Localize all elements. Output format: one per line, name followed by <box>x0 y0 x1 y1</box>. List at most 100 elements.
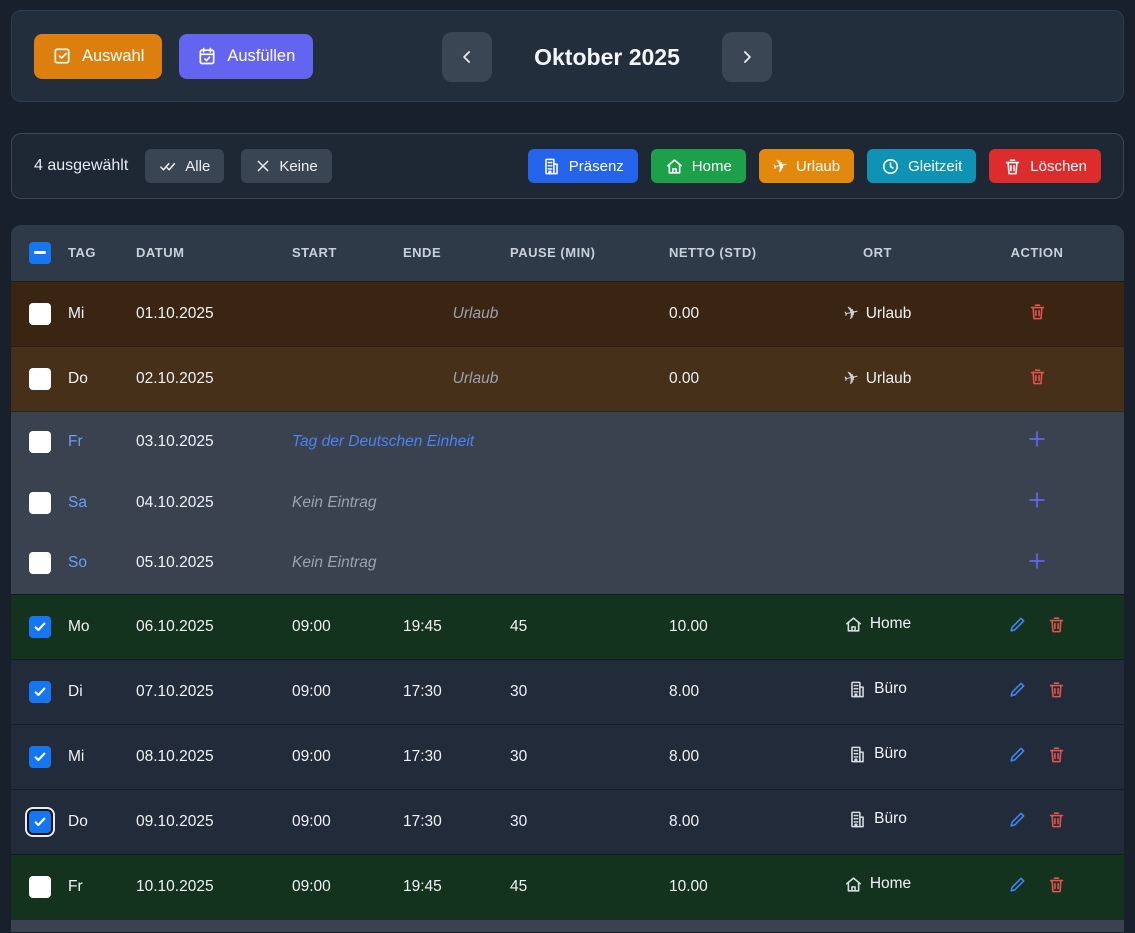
home-icon <box>844 875 863 894</box>
pause-value: 45 <box>510 618 527 635</box>
bulk-action-label: Präsenz <box>569 158 624 175</box>
row-checkbox[interactable] <box>29 492 51 514</box>
auswahl-button[interactable]: Auswahl <box>34 34 162 79</box>
ort-label: Büro <box>874 680 907 698</box>
alle-button[interactable]: Alle <box>145 149 224 183</box>
bulk-actions-group: Präsenz Home ✈Urlaub Gleitzeit Löschen <box>528 149 1101 183</box>
timesheet-table: TAG DATUM START ENDE PAUSE (MIN) NETTO (… <box>11 225 1124 933</box>
delete-entry-button[interactable] <box>1047 745 1066 764</box>
row-checkbox[interactable] <box>29 303 51 325</box>
home-button[interactable]: Home <box>651 149 746 183</box>
day-label: Fr <box>68 433 83 450</box>
double-check-icon <box>159 157 177 175</box>
bulk-action-label: Löschen <box>1030 158 1087 175</box>
delete-entry-button[interactable] <box>1047 875 1066 894</box>
plane-icon: ✈ <box>773 156 788 177</box>
plus-icon <box>1026 489 1048 511</box>
ausfuellen-button[interactable]: Ausfüllen <box>179 34 313 79</box>
ende-value: 17:30 <box>403 813 442 830</box>
start-value: 09:00 <box>292 683 331 700</box>
pencil-icon <box>1008 875 1027 894</box>
date-label: 10.10.2025 <box>136 878 214 895</box>
delete-entry-button[interactable] <box>1047 680 1066 699</box>
x-icon <box>255 158 271 174</box>
start-value: 09:00 <box>292 878 331 895</box>
row-checkbox[interactable] <box>29 876 51 898</box>
ende-value: 17:30 <box>403 748 442 765</box>
trash-icon <box>1003 157 1022 176</box>
trash-icon <box>1047 810 1066 829</box>
building-icon <box>848 745 867 764</box>
netto-value: 0.00 <box>669 370 699 387</box>
start-value: 09:00 <box>292 748 331 765</box>
toolbar-left-group: Auswahl Ausfüllen <box>34 34 313 79</box>
gleitzeit-button[interactable]: Gleitzeit <box>867 149 976 183</box>
trash-icon <box>1028 302 1047 321</box>
table-row: Do02.10.2025Urlaub0.00✈Urlaub <box>11 346 1124 411</box>
ort-label: Home <box>870 875 911 893</box>
add-entry-button[interactable] <box>1026 428 1048 450</box>
header-start: START <box>287 225 398 281</box>
delete-entry-button[interactable] <box>1047 810 1066 829</box>
add-entry-button[interactable] <box>1026 550 1048 572</box>
row-checkbox[interactable] <box>29 431 51 453</box>
next-month-button[interactable] <box>722 32 772 82</box>
row-checkbox[interactable] <box>29 368 51 390</box>
edit-entry-button[interactable] <box>1008 745 1027 764</box>
building-icon <box>848 680 867 699</box>
note-label: Urlaub <box>453 370 499 387</box>
date-label: 01.10.2025 <box>136 305 214 322</box>
pause-value: 30 <box>510 748 527 765</box>
auswahl-label: Auswahl <box>82 47 144 66</box>
edit-entry-button[interactable] <box>1008 615 1027 634</box>
start-value: 09:00 <box>292 813 331 830</box>
check-square-icon <box>52 46 72 66</box>
home-icon <box>844 615 863 634</box>
holiday-label: Tag der Deutschen Einheit <box>292 433 474 450</box>
ende-value: 17:30 <box>403 683 442 700</box>
plane-icon: ✈ <box>844 303 859 324</box>
loeschen-button[interactable]: Löschen <box>989 149 1101 183</box>
urlaub-button[interactable]: ✈Urlaub <box>759 149 854 183</box>
prev-month-button[interactable] <box>442 32 492 82</box>
edit-entry-button[interactable] <box>1008 810 1027 829</box>
row-checkbox[interactable] <box>29 681 51 703</box>
row-checkbox[interactable] <box>29 616 51 638</box>
row-checkbox[interactable] <box>29 746 51 768</box>
home-icon <box>665 157 684 176</box>
check-icon <box>32 619 48 635</box>
header-pause: PAUSE (MIN) <box>505 225 664 281</box>
keine-button[interactable]: Keine <box>241 149 331 183</box>
plane-icon: ✈ <box>844 368 859 389</box>
date-label: 08.10.2025 <box>136 748 214 765</box>
day-label: Do <box>68 813 88 830</box>
ort-label: Home <box>870 615 911 633</box>
delete-entry-button[interactable] <box>1028 302 1047 321</box>
check-icon <box>32 814 48 830</box>
edit-entry-button[interactable] <box>1008 680 1027 699</box>
praesenz-button[interactable]: Präsenz <box>528 149 638 183</box>
table-row: Fr10.10.202509:0019:454510.00Home <box>11 854 1124 919</box>
bulk-action-label: Gleitzeit <box>908 158 962 175</box>
edit-entry-button[interactable] <box>1008 875 1027 894</box>
partial-next-row <box>11 919 1124 932</box>
row-checkbox[interactable] <box>29 811 51 833</box>
ort-label: Büro <box>874 745 907 763</box>
day-label: Mi <box>68 748 84 765</box>
select-all-checkbox[interactable] <box>29 242 51 264</box>
header-ort: ORT <box>805 225 950 281</box>
delete-entry-button[interactable] <box>1028 367 1047 386</box>
netto-value: 0.00 <box>669 305 699 322</box>
day-label: Do <box>68 370 88 387</box>
header-datum: DATUM <box>131 225 287 281</box>
netto-value: 8.00 <box>669 683 699 700</box>
pause-value: 30 <box>510 813 527 830</box>
add-entry-button[interactable] <box>1026 489 1048 511</box>
netto-value: 8.00 <box>669 748 699 765</box>
trash-icon <box>1047 615 1066 634</box>
delete-entry-button[interactable] <box>1047 615 1066 634</box>
row-checkbox[interactable] <box>29 552 51 574</box>
table-row: Di07.10.202509:0017:30308.00Büro <box>11 659 1124 724</box>
date-label: 07.10.2025 <box>136 683 214 700</box>
selection-left-group: 4 ausgewählt Alle Keine <box>34 149 332 183</box>
